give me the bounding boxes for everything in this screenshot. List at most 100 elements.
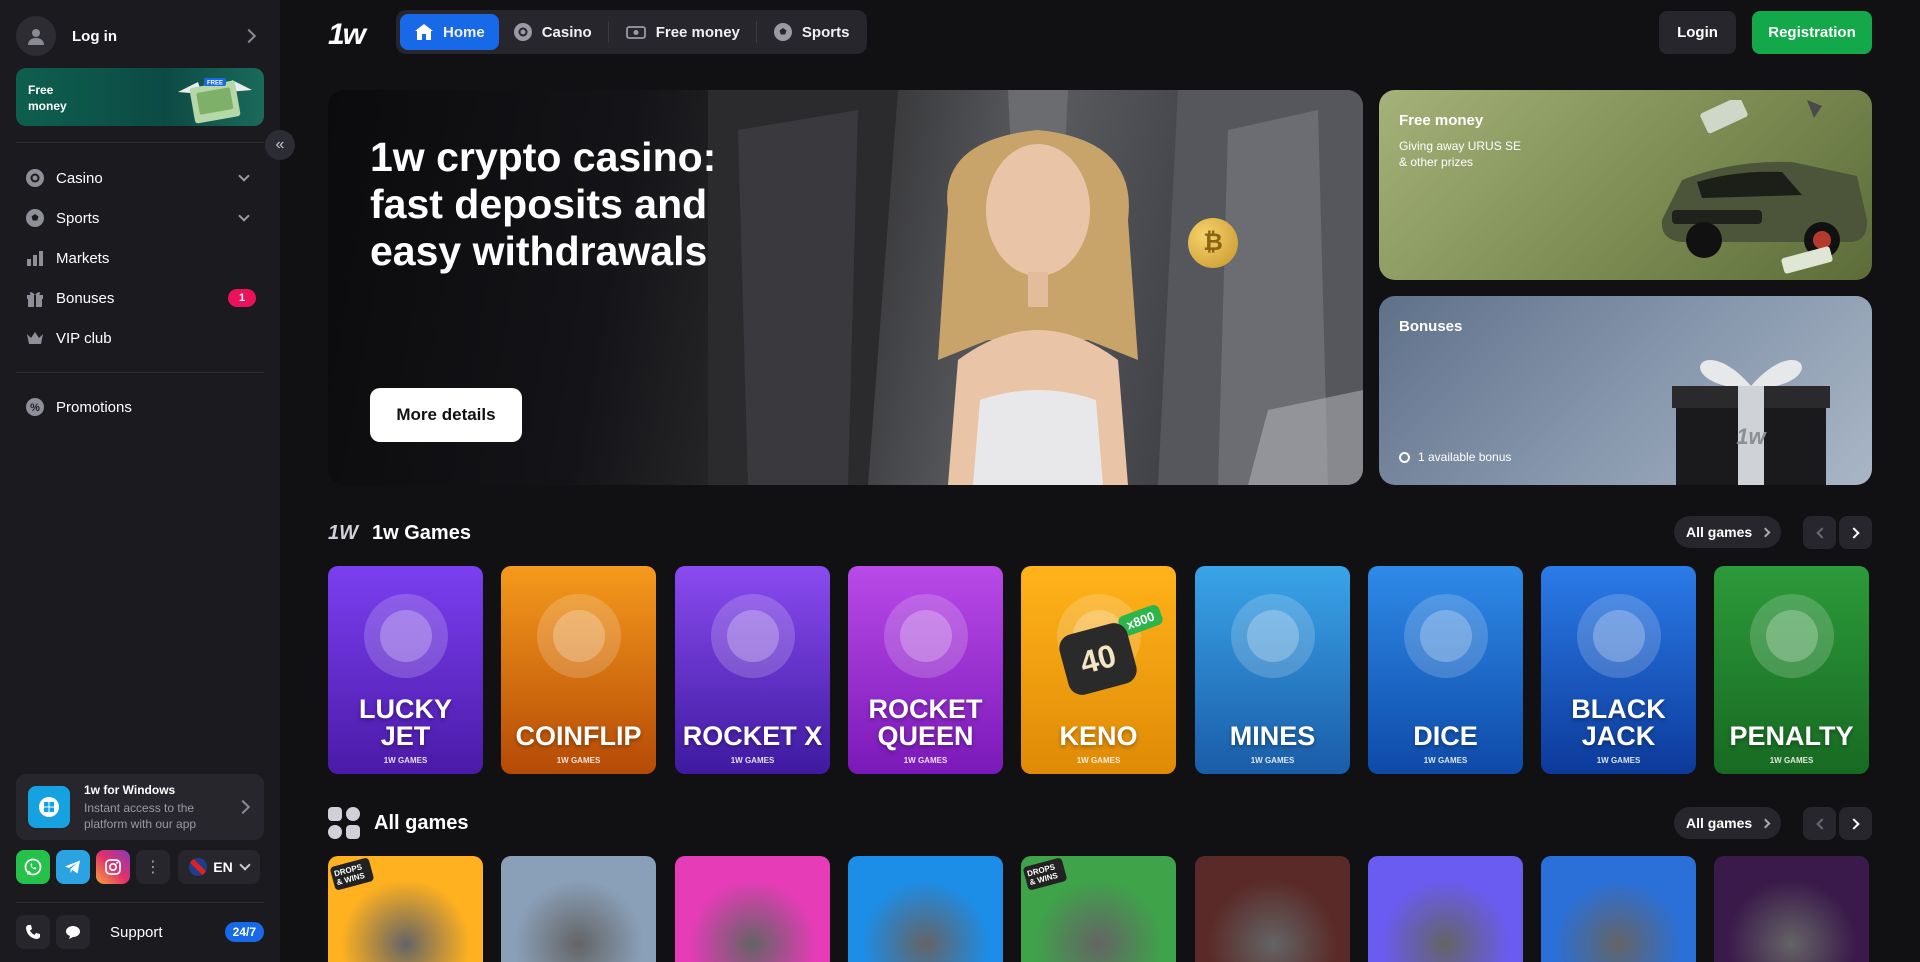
chevron-right-icon	[1847, 526, 1860, 539]
game-card[interactable]: ROCKET X 1W GAMES	[675, 566, 830, 774]
site-logo[interactable]: 1w	[328, 18, 366, 52]
section-1w-games-header: 1W 1w Games	[328, 522, 471, 545]
tab-home[interactable]: Home	[400, 14, 499, 50]
gift-icon	[24, 287, 46, 309]
game-title: BLACK JACK	[1541, 696, 1696, 750]
game-title-line: JACK	[1581, 721, 1656, 751]
section-all-games-header: All games	[328, 807, 468, 839]
winged-cash-icon: FREE	[178, 78, 252, 124]
casino-chip-icon	[513, 22, 533, 42]
game-title: ROCKET QUEEN	[848, 696, 1003, 750]
tab-sports[interactable]: Sports	[759, 14, 864, 50]
promotions-icon: %	[24, 396, 46, 418]
more-details-button[interactable]: More details	[370, 388, 522, 442]
game-card[interactable]: COINFLIP 1W GAMES	[501, 566, 656, 774]
game-card[interactable]: MINES 1W GAMES	[1195, 566, 1350, 774]
sidebar-item-markets[interactable]: Markets	[24, 242, 256, 274]
free-money-banner[interactable]: Free money FREE	[16, 68, 264, 126]
bonuses-count-badge: 1	[228, 289, 256, 307]
game-tile[interactable]	[1714, 856, 1869, 962]
sidebar-login-row[interactable]: Log in	[16, 16, 264, 56]
drops-wins-badge: DROPS & WINS	[329, 857, 375, 891]
game-artwork	[1195, 576, 1350, 696]
language-selector[interactable]: EN	[178, 850, 260, 884]
game-artwork	[328, 576, 483, 696]
game-studio-label: 1W GAMES	[903, 756, 948, 765]
game-tile[interactable]: DROPS & WINS	[1021, 856, 1176, 962]
game-title: DICE	[1368, 723, 1523, 750]
more-options-icon[interactable]: ⋮	[136, 850, 170, 884]
sidebar-divider	[16, 372, 264, 373]
game-tile[interactable]	[848, 856, 1003, 962]
game-tile[interactable]: DROPS & WINS	[328, 856, 483, 962]
windows-logo-icon	[28, 786, 70, 828]
hero-banner: ₿ 1w crypto casino: fast deposits and ea…	[328, 90, 1363, 485]
game-title-line: MINES	[1229, 721, 1316, 751]
phone-icon[interactable]	[16, 915, 50, 949]
game-card[interactable]: PENALTY 1W GAMES	[1714, 566, 1869, 774]
free-money-card[interactable]: Free money Giving away URUS SE & other p…	[1379, 90, 1872, 280]
sidebar-item-bonuses[interactable]: Bonuses 1	[24, 282, 256, 314]
game-title-line: ROCKET X	[682, 721, 823, 751]
social-links: ⋮ EN	[16, 850, 260, 884]
support-label[interactable]: Support	[110, 924, 225, 941]
svg-text:1w: 1w	[1736, 424, 1767, 449]
chevron-right-icon	[1760, 527, 1771, 537]
markets-icon	[24, 247, 46, 269]
all-games-button-label: All games	[1686, 524, 1753, 540]
game-title-line: KENO	[1059, 721, 1138, 751]
telegram-icon[interactable]	[56, 850, 90, 884]
tab-free-money[interactable]: Free money	[611, 14, 754, 50]
game-artwork	[1714, 576, 1869, 696]
section-title: All games	[374, 811, 469, 834]
sidebar-item-vip-club[interactable]: VIP club	[24, 322, 256, 354]
game-tile[interactable]	[1195, 856, 1350, 962]
carousel-next-button[interactable]	[1839, 807, 1872, 840]
carousel-prev-button[interactable]	[1803, 807, 1836, 840]
game-card[interactable]: DICE 1W GAMES	[1368, 566, 1523, 774]
sidebar-item-label: VIP club	[56, 329, 112, 347]
whatsapp-icon[interactable]	[16, 850, 50, 884]
hero-model-image	[938, 130, 1138, 485]
home-icon	[414, 23, 434, 41]
game-card[interactable]: BLACK JACK 1W GAMES	[1541, 566, 1696, 774]
game-title: LUCKY JET	[328, 696, 483, 750]
login-button[interactable]: Login	[1659, 11, 1736, 54]
sidebar-item-label: Markets	[56, 249, 110, 267]
sidebar-item-casino[interactable]: Casino	[24, 162, 256, 194]
drops-wins-badge: DROPS & WINS	[1022, 857, 1068, 891]
bitcoin-coin-icon: ₿	[1188, 218, 1238, 268]
svg-text:%: %	[30, 402, 40, 414]
tab-label: Free money	[655, 23, 740, 41]
carousel-next-button[interactable]	[1839, 516, 1872, 549]
game-card[interactable]: LUCKY JET 1W GAMES	[328, 566, 483, 774]
game-tile[interactable]	[1541, 856, 1696, 962]
game-title-line: ROCKET	[868, 694, 983, 724]
available-bonus-text: 1 available bonus	[1418, 450, 1512, 464]
hero-title-line: easy withdrawals	[370, 228, 708, 274]
sidebar-item-promotions[interactable]: % Promotions	[24, 391, 256, 423]
game-title-line: COINFLIP	[515, 721, 642, 751]
all-games-button[interactable]: All games	[1674, 516, 1782, 548]
game-card[interactable]: x800 40 KENO 1W GAMES	[1021, 566, 1176, 774]
gift-box-image: 1w	[1672, 359, 1830, 485]
tab-casino[interactable]: Casino	[499, 14, 606, 50]
game-title: MINES	[1195, 723, 1350, 750]
all-games-button[interactable]: All games	[1674, 807, 1782, 839]
game-card[interactable]: ROCKET QUEEN 1W GAMES	[848, 566, 1003, 774]
game-tile[interactable]	[501, 856, 656, 962]
game-tile[interactable]	[675, 856, 830, 962]
carousel-prev-button[interactable]	[1803, 516, 1836, 549]
sidebar-item-sports[interactable]: Sports	[24, 202, 256, 234]
registration-button[interactable]: Registration	[1752, 11, 1872, 54]
chat-icon[interactable]	[56, 915, 90, 949]
game-tile[interactable]	[1368, 856, 1523, 962]
bonuses-card[interactable]: Bonuses 1 available bonus 1w	[1379, 296, 1872, 485]
collapse-sidebar-button[interactable]: «	[265, 130, 295, 160]
windows-app-card[interactable]: 1w for Windows Instant access to the pla…	[16, 774, 264, 840]
instagram-icon[interactable]	[96, 850, 130, 884]
game-title-line: LUCKY	[359, 694, 452, 724]
support-row: Support 24/7	[16, 914, 264, 950]
user-avatar-icon	[16, 16, 56, 56]
sidebar-item-label: Promotions	[56, 398, 132, 416]
